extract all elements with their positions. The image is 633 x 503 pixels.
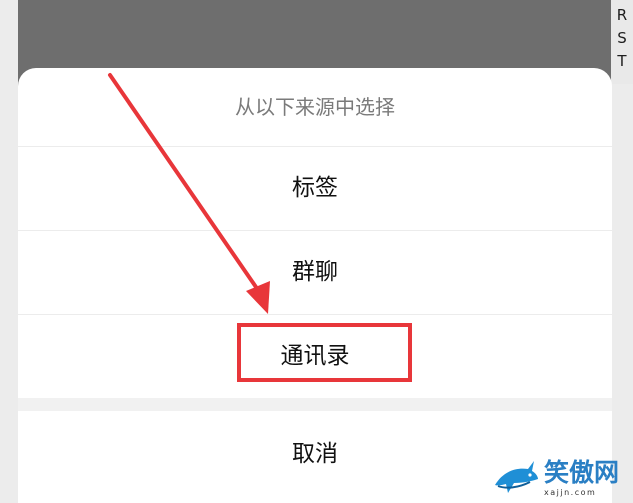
- shark-logo-icon: [495, 460, 538, 493]
- option-tags[interactable]: 标签: [18, 147, 612, 231]
- action-sheet: 从以下来源中选择 标签 群聊 通讯录 取消: [18, 68, 612, 503]
- sheet-separator: [18, 398, 612, 411]
- left-edge: [0, 0, 18, 503]
- alphabet-index-bar[interactable]: R S T: [611, 0, 633, 84]
- watermark-url: xajjn.com: [544, 487, 597, 497]
- index-letter-s[interactable]: S: [617, 27, 627, 50]
- index-letter-r[interactable]: R: [617, 4, 627, 27]
- sheet-title: 从以下来源中选择: [18, 68, 612, 147]
- option-contacts[interactable]: 通讯录: [18, 315, 612, 398]
- option-group-chats[interactable]: 群聊: [18, 231, 612, 315]
- watermark: 笑傲网 xajjn.com: [492, 452, 633, 503]
- watermark-name: 笑傲网: [544, 457, 620, 487]
- index-letter-t[interactable]: T: [617, 50, 626, 73]
